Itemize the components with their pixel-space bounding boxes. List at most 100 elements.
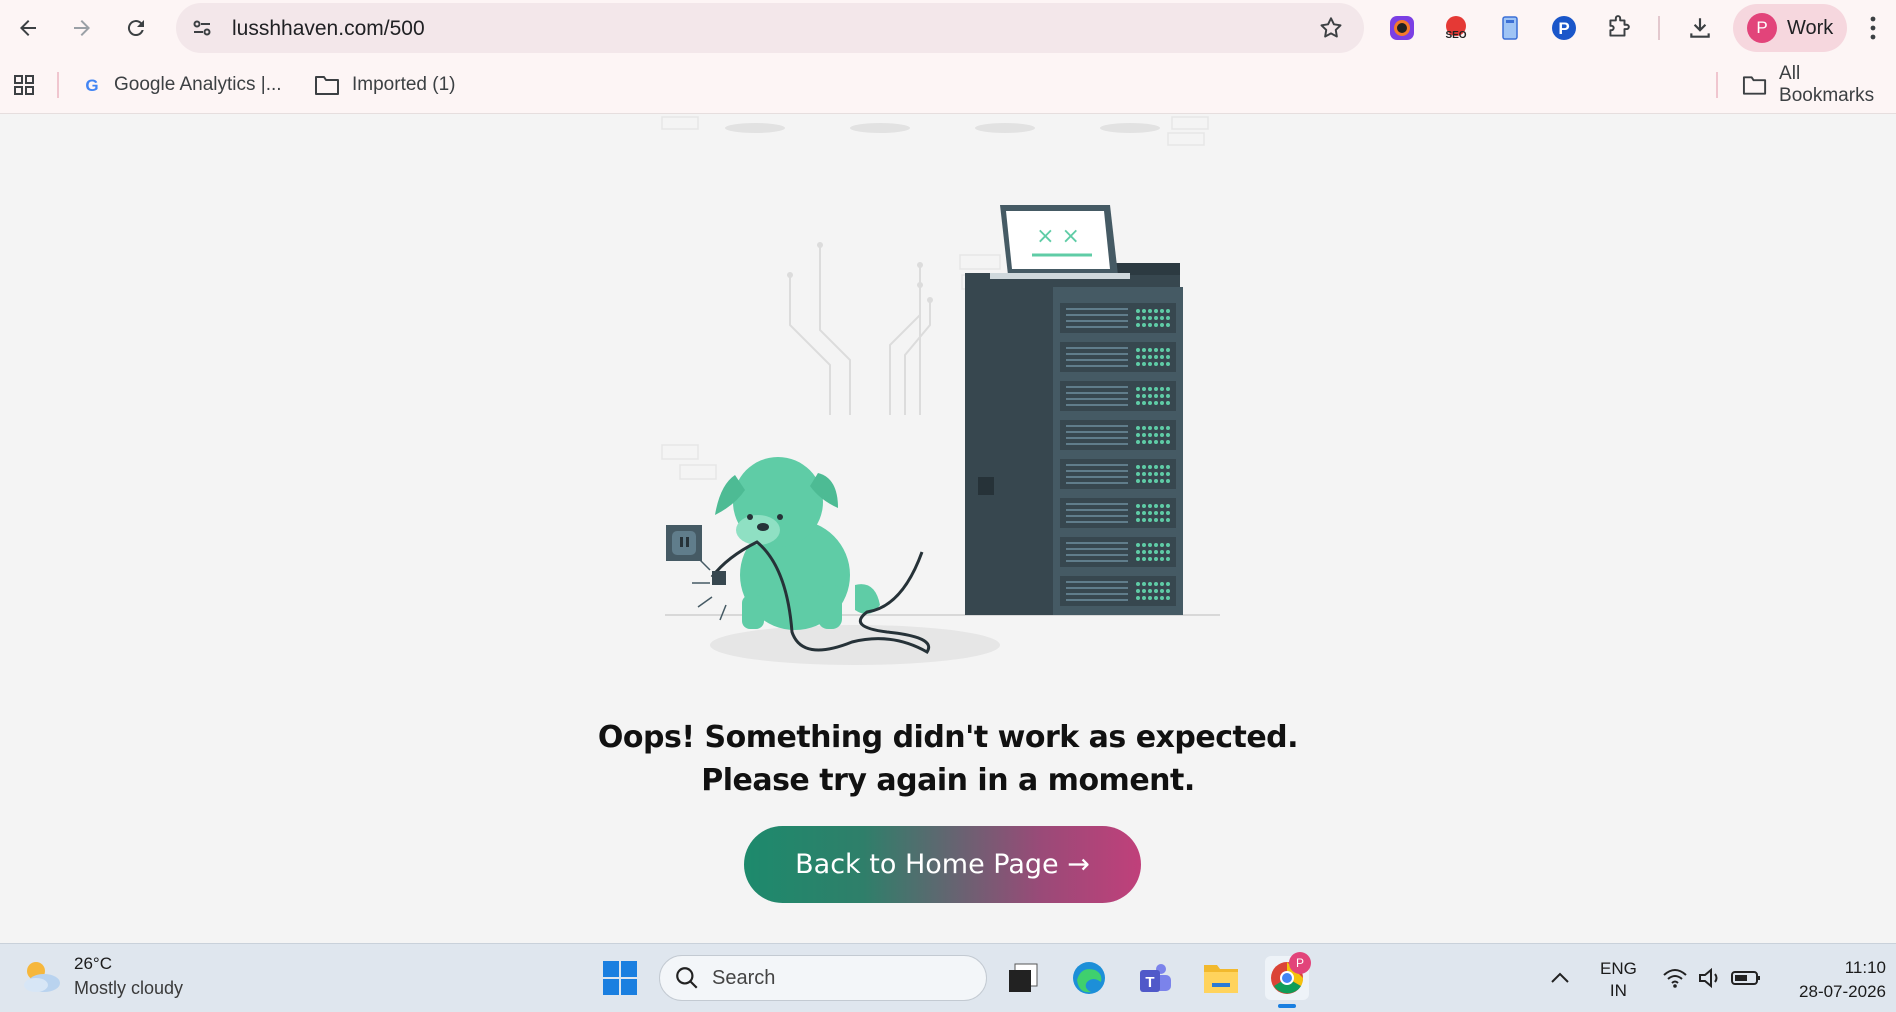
- server-slot-vent: [1066, 308, 1128, 310]
- extension-clipboard-icon[interactable]: [1494, 12, 1526, 44]
- clock-time: 11:10: [1844, 958, 1886, 977]
- bookmark-divider: [1716, 72, 1718, 98]
- edge-browser-icon[interactable]: [1067, 956, 1111, 1000]
- back-to-home-button[interactable]: Back to Home Page →: [744, 826, 1141, 903]
- volume-icon[interactable]: [1690, 956, 1730, 1000]
- server-slot: [1060, 537, 1176, 567]
- server-led: [1166, 433, 1170, 437]
- server-slot-vent: [1066, 560, 1128, 562]
- server-slot-vent: [1066, 365, 1128, 367]
- server-slot-vent: [1066, 392, 1128, 394]
- server-slot-vent: [1066, 548, 1128, 550]
- language-indicator[interactable]: ENG IN: [1600, 958, 1637, 1002]
- server-slot-vent: [1066, 443, 1128, 445]
- server-led: [1136, 433, 1140, 437]
- extension-camera-icon[interactable]: [1386, 12, 1418, 44]
- server-led: [1148, 401, 1152, 405]
- server-led: [1154, 582, 1158, 586]
- extensions-puzzle-icon[interactable]: [1602, 12, 1634, 44]
- server-led: [1142, 348, 1146, 352]
- server-led: [1136, 465, 1140, 469]
- back-button[interactable]: [8, 8, 48, 48]
- server-led: [1142, 309, 1146, 313]
- error-message-line1: Oops! Something didn't work as expected.: [597, 720, 1299, 755]
- site-info-icon[interactable]: [190, 16, 214, 40]
- server-led: [1142, 387, 1146, 391]
- server-led: [1136, 596, 1140, 600]
- server-slot-vent: [1066, 386, 1128, 388]
- server-led: [1160, 348, 1164, 352]
- server-led: [1148, 309, 1152, 313]
- chrome-taskbar-icon[interactable]: P: [1265, 952, 1311, 1008]
- server-led: [1136, 348, 1140, 352]
- server-led: [1166, 316, 1170, 320]
- server-slot: [1060, 498, 1176, 528]
- svg-text:T: T: [1145, 974, 1154, 991]
- server-led: [1154, 504, 1158, 508]
- server-led: [1160, 543, 1164, 547]
- server-slot-vent: [1066, 587, 1128, 589]
- forward-button[interactable]: [62, 8, 102, 48]
- bookmark-google-analytics[interactable]: G Google Analytics |...: [82, 68, 281, 102]
- apps-grid-icon[interactable]: [12, 68, 48, 102]
- battery-icon[interactable]: [1726, 956, 1766, 1000]
- server-led: [1154, 557, 1158, 561]
- server-led: [1136, 543, 1140, 547]
- server-led: [1142, 465, 1146, 469]
- server-led: [1148, 596, 1152, 600]
- server-slot: [1060, 342, 1176, 372]
- url-text[interactable]: lusshhaven.com/500: [232, 17, 425, 41]
- profile-avatar: P: [1747, 13, 1777, 43]
- server-led: [1136, 550, 1140, 554]
- server-led: [1166, 582, 1170, 586]
- server-led: [1160, 582, 1164, 586]
- teams-icon[interactable]: T: [1133, 956, 1177, 1000]
- system-clock[interactable]: 11:10 28-07-2026: [1799, 956, 1886, 1004]
- show-hidden-icons-chevron-icon[interactable]: [1540, 956, 1580, 1000]
- server-led: [1142, 433, 1146, 437]
- server-led: [1166, 472, 1170, 476]
- server-led: [1148, 323, 1152, 327]
- weather-widget[interactable]: 26°C Mostly cloudy: [20, 954, 183, 999]
- menu-kebab-icon[interactable]: [1868, 14, 1878, 42]
- laptop: × ×: [990, 205, 1130, 279]
- server-led: [1154, 543, 1158, 547]
- all-bookmarks-button[interactable]: All Bookmarks: [1742, 63, 1896, 106]
- server-slot-vent: [1066, 509, 1128, 511]
- server-led: [1136, 323, 1140, 327]
- error-page: × × Oops! Something didn't work as expec…: [0, 115, 1896, 943]
- wifi-icon[interactable]: [1655, 956, 1695, 1000]
- extension-p-icon[interactable]: P: [1548, 12, 1580, 44]
- server-led: [1148, 355, 1152, 359]
- server-led: [1142, 426, 1146, 430]
- server-slot-vent: [1066, 581, 1128, 583]
- server-slot: [1060, 576, 1176, 606]
- profile-button[interactable]: P Work: [1733, 4, 1847, 52]
- server-led: [1142, 440, 1146, 444]
- server-slot: [1060, 381, 1176, 411]
- downloads-icon[interactable]: [1684, 12, 1716, 44]
- server-led: [1154, 355, 1158, 359]
- dog: [715, 457, 880, 630]
- profile-label: Work: [1787, 16, 1834, 39]
- server-led: [1166, 465, 1170, 469]
- server-led: [1136, 309, 1140, 313]
- server-slot: [1060, 459, 1176, 489]
- address-bar[interactable]: lusshhaven.com/500: [176, 3, 1364, 53]
- server-led: [1148, 504, 1152, 508]
- start-windows-icon[interactable]: [598, 956, 642, 1000]
- server-led: [1166, 511, 1170, 515]
- file-explorer-icon[interactable]: [1199, 956, 1243, 1000]
- server-led: [1154, 323, 1158, 327]
- taskbar-search[interactable]: Search: [659, 955, 987, 1001]
- server-led: [1136, 504, 1140, 508]
- weather-condition: Mostly cloudy: [74, 978, 184, 998]
- server-led: [1160, 504, 1164, 508]
- reload-button[interactable]: [116, 8, 156, 48]
- extension-seo-icon[interactable]: SEO: [1440, 12, 1472, 44]
- bookmark-star-icon[interactable]: [1318, 15, 1344, 41]
- server-led: [1148, 426, 1152, 430]
- bookmark-divider: [57, 72, 59, 98]
- bookmark-folder-imported[interactable]: Imported (1): [314, 68, 455, 102]
- task-view-icon[interactable]: [1001, 956, 1045, 1000]
